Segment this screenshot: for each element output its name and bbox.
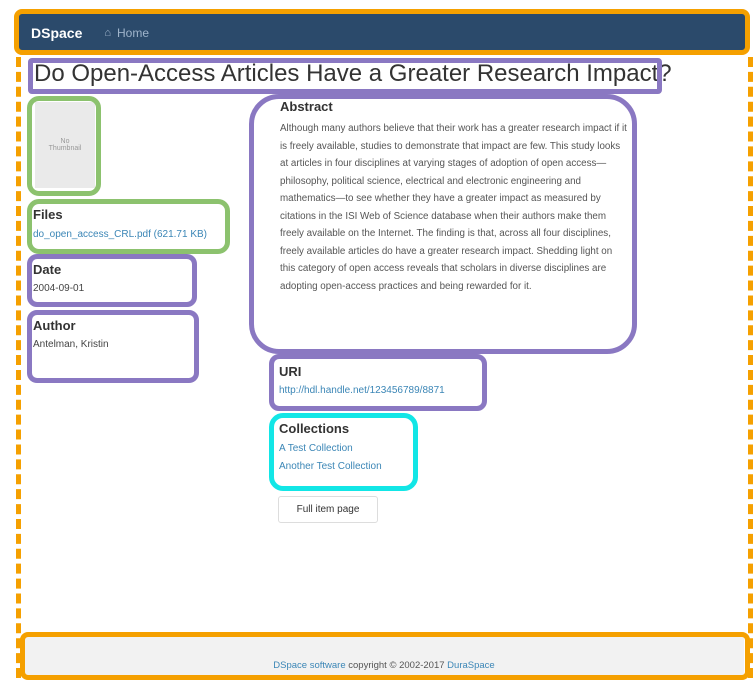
brand-logo[interactable]: DSpace — [31, 25, 82, 41]
author-value: Antelman, Kristin — [33, 339, 109, 350]
abstract-heading: Abstract — [280, 99, 333, 114]
files-section: Files do_open_access_CRL.pdf (621.71 KB) — [33, 207, 223, 240]
date-heading: Date — [33, 262, 62, 277]
collections-heading: Collections — [279, 421, 350, 436]
author-heading: Author — [33, 318, 76, 333]
abstract-text: Although many authors believe that their… — [280, 123, 627, 292]
thumbnail-text: No Thumbnail — [48, 138, 82, 152]
files-heading: Files — [33, 207, 63, 222]
dspace-software-link[interactable]: DSpace software — [273, 660, 345, 671]
file-download-link[interactable]: do_open_access_CRL.pdf (621.71 KB) — [33, 229, 207, 240]
full-item-page-button[interactable]: Full item page — [278, 496, 378, 523]
home-label: Home — [117, 26, 150, 40]
date-section: Date 2004-09-01 — [33, 262, 84, 294]
date-value: 2004-09-01 — [33, 283, 85, 294]
abstract-section: Abstract Although many authors believe t… — [280, 99, 630, 295]
uri-section: URI http://hdl.handle.net/123456789/8871 — [279, 364, 484, 396]
top-navbar: DSpace ⌂ Home — [19, 14, 745, 52]
page-title: Do Open-Access Articles Have a Greater R… — [34, 60, 672, 87]
collection-link[interactable]: A Test Collection — [279, 443, 353, 454]
handle-uri-link[interactable]: http://hdl.handle.net/123456789/8871 — [279, 385, 445, 396]
home-link[interactable]: ⌂ Home — [104, 26, 149, 40]
uri-heading: URI — [279, 364, 302, 379]
collections-section: Collections A Test Collection Another Te… — [279, 421, 382, 476]
copyright-text: copyright © 2002-2017 — [345, 660, 448, 671]
page-footer: DSpace software copyright © 2002-2017 Du… — [24, 636, 744, 677]
home-icon: ⌂ — [104, 27, 112, 39]
collection-link[interactable]: Another Test Collection — [279, 461, 382, 472]
thumbnail-placeholder: No Thumbnail — [35, 102, 95, 188]
duraspace-link[interactable]: DuraSpace — [447, 660, 495, 671]
author-section: Author Antelman, Kristin — [33, 318, 109, 350]
